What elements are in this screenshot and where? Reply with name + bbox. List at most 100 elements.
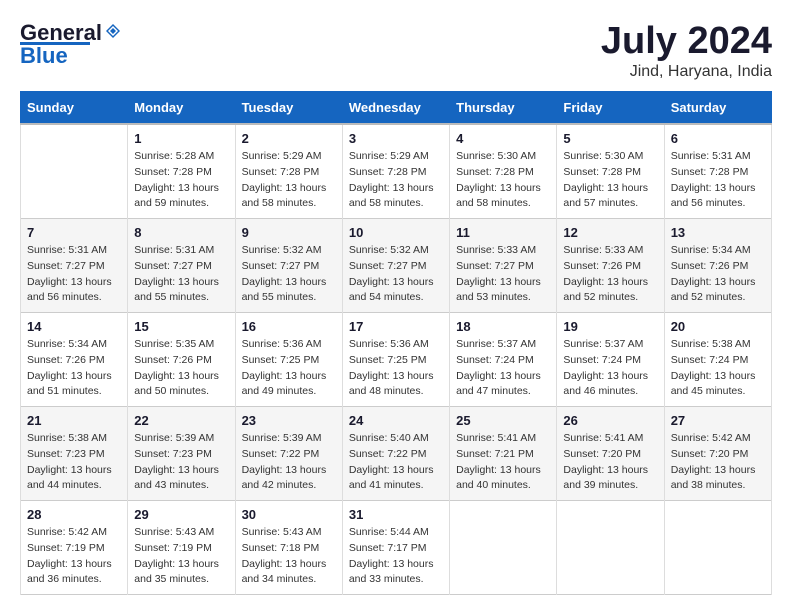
calendar-day-cell: 7 Sunrise: 5:31 AMSunset: 7:27 PMDaylight… bbox=[21, 219, 128, 313]
day-number: 4 bbox=[456, 131, 550, 146]
day-info: Sunrise: 5:39 AMSunset: 7:22 PMDaylight:… bbox=[242, 431, 336, 494]
calendar-day-cell: 4 Sunrise: 5:30 AMSunset: 7:28 PMDaylight… bbox=[450, 124, 557, 219]
day-number: 9 bbox=[242, 225, 336, 240]
day-number: 26 bbox=[563, 413, 657, 428]
day-info: Sunrise: 5:41 AMSunset: 7:21 PMDaylight:… bbox=[456, 431, 550, 494]
calendar-day-cell: 14 Sunrise: 5:34 AMSunset: 7:26 PMDayligh… bbox=[21, 313, 128, 407]
day-number: 25 bbox=[456, 413, 550, 428]
calendar-week-row: 21 Sunrise: 5:38 AMSunset: 7:23 PMDayligh… bbox=[21, 407, 772, 501]
day-info: Sunrise: 5:42 AMSunset: 7:19 PMDaylight:… bbox=[27, 525, 121, 588]
day-info: Sunrise: 5:41 AMSunset: 7:20 PMDaylight:… bbox=[563, 431, 657, 494]
calendar-header-row: Sunday Monday Tuesday Wednesday Thursday… bbox=[21, 92, 772, 125]
day-number: 21 bbox=[27, 413, 121, 428]
calendar-day-cell: 24Sunrise: 5:40 AMSunset: 7:22 PMDayligh… bbox=[342, 407, 449, 501]
day-info: Sunrise: 5:34 AMSunset: 7:26 PMDaylight:… bbox=[671, 243, 765, 306]
calendar-week-row: 28 Sunrise: 5:42 AMSunset: 7:19 PMDayligh… bbox=[21, 501, 772, 595]
day-info: Sunrise: 5:30 AMSunset: 7:28 PMDaylight:… bbox=[563, 149, 657, 212]
calendar-day-cell: 1 Sunrise: 5:28 AMSunset: 7:28 PMDaylight… bbox=[128, 124, 235, 219]
day-number: 8 bbox=[134, 225, 228, 240]
calendar-day-cell: 21 Sunrise: 5:38 AMSunset: 7:23 PMDayligh… bbox=[21, 407, 128, 501]
calendar-day-cell: 17 Sunrise: 5:36 AMSunset: 7:25 PMDayligh… bbox=[342, 313, 449, 407]
day-info: Sunrise: 5:33 AMSunset: 7:26 PMDaylight:… bbox=[563, 243, 657, 306]
calendar-day-cell: 13 Sunrise: 5:34 AMSunset: 7:26 PMDayligh… bbox=[664, 219, 771, 313]
logo: General Blue bbox=[20, 20, 124, 69]
location-title: Jind, Haryana, India bbox=[601, 63, 772, 81]
day-number: 31 bbox=[349, 507, 443, 522]
day-number: 19 bbox=[563, 319, 657, 334]
day-info: Sunrise: 5:32 AMSunset: 7:27 PMDaylight:… bbox=[349, 243, 443, 306]
calendar-day-cell: 2 Sunrise: 5:29 AMSunset: 7:28 PMDaylight… bbox=[235, 124, 342, 219]
header-thursday: Thursday bbox=[450, 92, 557, 125]
day-info: Sunrise: 5:32 AMSunset: 7:27 PMDaylight:… bbox=[242, 243, 336, 306]
day-info: Sunrise: 5:36 AMSunset: 7:25 PMDaylight:… bbox=[349, 337, 443, 400]
logo-icon bbox=[104, 22, 122, 45]
day-info: Sunrise: 5:31 AMSunset: 7:27 PMDaylight:… bbox=[27, 243, 121, 306]
day-number: 15 bbox=[134, 319, 228, 334]
calendar-day-cell: 18 Sunrise: 5:37 AMSunset: 7:24 PMDayligh… bbox=[450, 313, 557, 407]
calendar-day-cell: 30Sunrise: 5:43 AMSunset: 7:18 PMDayligh… bbox=[235, 501, 342, 595]
page-header: General Blue July 2024 Jind, Haryana, In… bbox=[20, 20, 772, 81]
calendar-day-cell: 27 Sunrise: 5:42 AMSunset: 7:20 PMDayligh… bbox=[664, 407, 771, 501]
calendar-day-cell: 26 Sunrise: 5:41 AMSunset: 7:20 PMDayligh… bbox=[557, 407, 664, 501]
day-info: Sunrise: 5:29 AMSunset: 7:28 PMDaylight:… bbox=[242, 149, 336, 212]
day-info: Sunrise: 5:39 AMSunset: 7:23 PMDaylight:… bbox=[134, 431, 228, 494]
calendar-day-cell: 29 Sunrise: 5:43 AMSunset: 7:19 PMDayligh… bbox=[128, 501, 235, 595]
header-saturday: Saturday bbox=[664, 92, 771, 125]
day-number: 5 bbox=[563, 131, 657, 146]
day-number: 16 bbox=[242, 319, 336, 334]
calendar-day-cell: 23 Sunrise: 5:39 AMSunset: 7:22 PMDayligh… bbox=[235, 407, 342, 501]
day-info: Sunrise: 5:29 AMSunset: 7:28 PMDaylight:… bbox=[349, 149, 443, 212]
day-number: 3 bbox=[349, 131, 443, 146]
day-info: Sunrise: 5:43 AMSunset: 7:19 PMDaylight:… bbox=[134, 525, 228, 588]
day-number: 7 bbox=[27, 225, 121, 240]
calendar-day-cell: 16 Sunrise: 5:36 AMSunset: 7:25 PMDayligh… bbox=[235, 313, 342, 407]
calendar-week-row: 1 Sunrise: 5:28 AMSunset: 7:28 PMDaylight… bbox=[21, 124, 772, 219]
calendar-day-cell: 22Sunrise: 5:39 AMSunset: 7:23 PMDayligh… bbox=[128, 407, 235, 501]
calendar-day-cell: 19Sunrise: 5:37 AMSunset: 7:24 PMDayligh… bbox=[557, 313, 664, 407]
day-number: 28 bbox=[27, 507, 121, 522]
day-info: Sunrise: 5:31 AMSunset: 7:27 PMDaylight:… bbox=[134, 243, 228, 306]
calendar-day-cell: 20Sunrise: 5:38 AMSunset: 7:24 PMDayligh… bbox=[664, 313, 771, 407]
calendar-day-cell: 12 Sunrise: 5:33 AMSunset: 7:26 PMDayligh… bbox=[557, 219, 664, 313]
day-number: 2 bbox=[242, 131, 336, 146]
day-info: Sunrise: 5:30 AMSunset: 7:28 PMDaylight:… bbox=[456, 149, 550, 212]
day-info: Sunrise: 5:28 AMSunset: 7:28 PMDaylight:… bbox=[134, 149, 228, 212]
calendar-day-cell: 25 Sunrise: 5:41 AMSunset: 7:21 PMDayligh… bbox=[450, 407, 557, 501]
day-number: 13 bbox=[671, 225, 765, 240]
title-section: July 2024 Jind, Haryana, India bbox=[601, 20, 772, 81]
calendar-table: Sunday Monday Tuesday Wednesday Thursday… bbox=[20, 91, 772, 595]
day-number: 11 bbox=[456, 225, 550, 240]
day-info: Sunrise: 5:34 AMSunset: 7:26 PMDaylight:… bbox=[27, 337, 121, 400]
day-info: Sunrise: 5:38 AMSunset: 7:23 PMDaylight:… bbox=[27, 431, 121, 494]
day-number: 24 bbox=[349, 413, 443, 428]
header-friday: Friday bbox=[557, 92, 664, 125]
calendar-day-cell: 11 Sunrise: 5:33 AMSunset: 7:27 PMDayligh… bbox=[450, 219, 557, 313]
calendar-day-cell bbox=[450, 501, 557, 595]
day-number: 23 bbox=[242, 413, 336, 428]
header-tuesday: Tuesday bbox=[235, 92, 342, 125]
header-monday: Monday bbox=[128, 92, 235, 125]
day-number: 14 bbox=[27, 319, 121, 334]
calendar-day-cell: 15Sunrise: 5:35 AMSunset: 7:26 PMDayligh… bbox=[128, 313, 235, 407]
day-info: Sunrise: 5:37 AMSunset: 7:24 PMDaylight:… bbox=[456, 337, 550, 400]
day-info: Sunrise: 5:33 AMSunset: 7:27 PMDaylight:… bbox=[456, 243, 550, 306]
day-number: 27 bbox=[671, 413, 765, 428]
day-info: Sunrise: 5:36 AMSunset: 7:25 PMDaylight:… bbox=[242, 337, 336, 400]
calendar-week-row: 14 Sunrise: 5:34 AMSunset: 7:26 PMDayligh… bbox=[21, 313, 772, 407]
day-info: Sunrise: 5:42 AMSunset: 7:20 PMDaylight:… bbox=[671, 431, 765, 494]
logo-blue: Blue bbox=[20, 43, 68, 69]
day-number: 18 bbox=[456, 319, 550, 334]
day-number: 30 bbox=[242, 507, 336, 522]
calendar-day-cell: 5 Sunrise: 5:30 AMSunset: 7:28 PMDaylight… bbox=[557, 124, 664, 219]
day-number: 20 bbox=[671, 319, 765, 334]
calendar-day-cell: 31Sunrise: 5:44 AMSunset: 7:17 PMDayligh… bbox=[342, 501, 449, 595]
day-number: 17 bbox=[349, 319, 443, 334]
day-info: Sunrise: 5:31 AMSunset: 7:28 PMDaylight:… bbox=[671, 149, 765, 212]
day-number: 1 bbox=[134, 131, 228, 146]
calendar-day-cell: 8 Sunrise: 5:31 AMSunset: 7:27 PMDaylight… bbox=[128, 219, 235, 313]
header-sunday: Sunday bbox=[21, 92, 128, 125]
calendar-day-cell bbox=[21, 124, 128, 219]
day-number: 12 bbox=[563, 225, 657, 240]
day-number: 29 bbox=[134, 507, 228, 522]
calendar-day-cell: 28 Sunrise: 5:42 AMSunset: 7:19 PMDayligh… bbox=[21, 501, 128, 595]
